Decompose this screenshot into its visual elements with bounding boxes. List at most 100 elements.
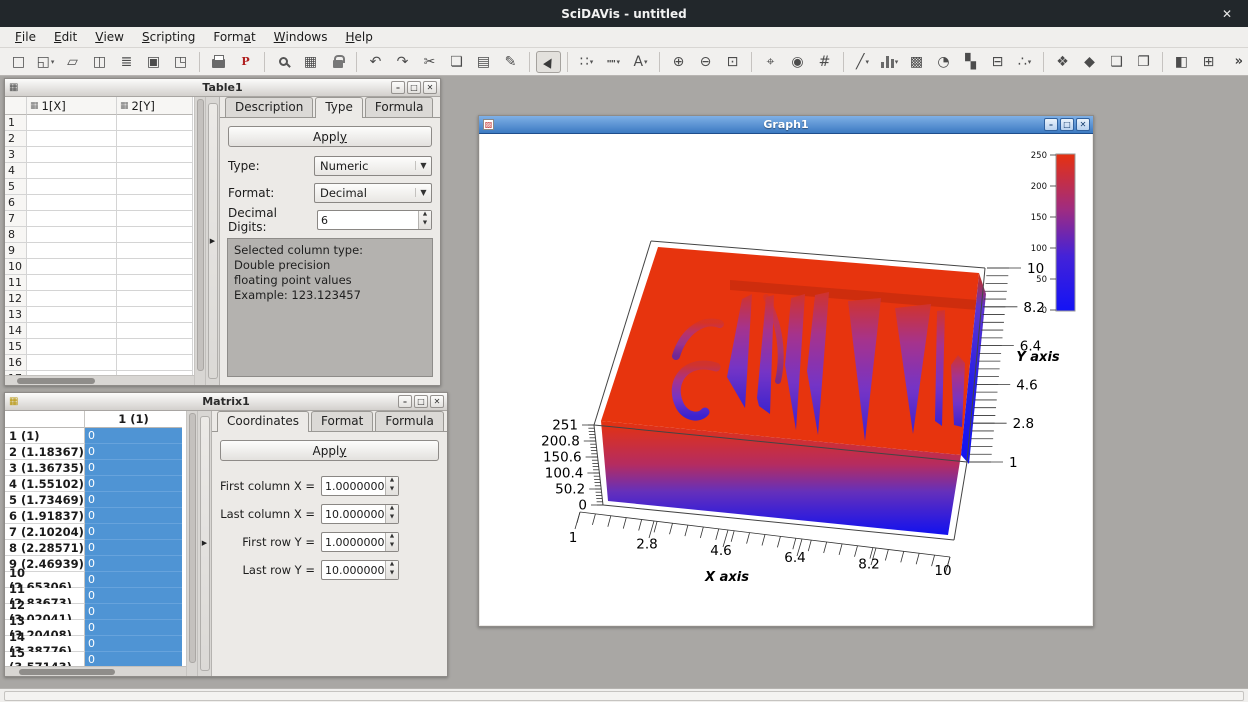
table-cell[interactable] bbox=[27, 147, 117, 163]
rescale-to-page-icon[interactable]: ⊡ bbox=[720, 51, 745, 73]
zoom-curve-icon[interactable]: ∷▾ bbox=[574, 51, 599, 73]
table1-panel-divider[interactable]: ▶ bbox=[206, 97, 220, 385]
row-header[interactable]: 2 bbox=[5, 131, 27, 147]
coordinate-spinbox[interactable]: 1.00000000▲▼ bbox=[321, 532, 399, 552]
matrix1-titlebar[interactable]: ▦ Matrix1 –□✕ bbox=[5, 393, 447, 411]
row-header[interactable]: 4 bbox=[5, 163, 27, 179]
matrix1-tab-coordinates[interactable]: Coordinates bbox=[217, 411, 309, 432]
table-cell[interactable] bbox=[117, 291, 193, 307]
results-log-icon[interactable]: ▦ bbox=[298, 51, 323, 73]
matrix-cell-selected[interactable]: 0 bbox=[85, 492, 182, 508]
row-header[interactable]: 14 bbox=[5, 323, 27, 339]
row-header[interactable]: 3 bbox=[5, 147, 27, 163]
select-point-icon[interactable]: ◉ bbox=[785, 51, 810, 73]
table-cell[interactable] bbox=[27, 195, 117, 211]
table-cell[interactable] bbox=[117, 307, 193, 323]
close-button[interactable]: ✕ bbox=[430, 395, 444, 408]
edit-function-icon[interactable]: ✎ bbox=[498, 51, 523, 73]
plot-bars-icon[interactable]: ▾ bbox=[877, 51, 902, 73]
coordinate-spinbox[interactable]: 10.0000000▲▼ bbox=[321, 504, 399, 524]
paste-icon[interactable]: ▤ bbox=[471, 51, 496, 73]
matrix-cell-selected[interactable]: 0 bbox=[85, 572, 182, 588]
coordinate-spinbox[interactable]: 1.00000000▲▼ bbox=[321, 476, 399, 496]
spin-buttons[interactable]: ▲▼ bbox=[385, 533, 398, 551]
zoom-in-icon[interactable]: ⊕ bbox=[666, 51, 691, 73]
decimal-digits-spinbox[interactable]: 6 ▲▼ bbox=[317, 210, 432, 230]
new-project-icon[interactable]: □ bbox=[6, 51, 31, 73]
new-aside-icon[interactable]: ◱▾ bbox=[33, 51, 58, 73]
new-table-window-icon[interactable]: ❖ bbox=[1050, 51, 1075, 73]
cut-icon[interactable]: ✂ bbox=[417, 51, 442, 73]
table-cell[interactable] bbox=[117, 147, 193, 163]
matrix-cell-selected[interactable]: 0 bbox=[85, 588, 182, 604]
menu-help[interactable]: Help bbox=[337, 27, 382, 47]
matrix-cell-selected[interactable]: 0 bbox=[85, 652, 182, 666]
plot-box-icon[interactable]: ⊟ bbox=[985, 51, 1010, 73]
save-project-icon[interactable]: ▣ bbox=[141, 51, 166, 73]
matrix-cell-selected[interactable]: 0 bbox=[85, 508, 182, 524]
add-text-icon[interactable]: A▾ bbox=[628, 51, 653, 73]
matrix1-apply-button[interactable]: Apply bbox=[220, 440, 439, 461]
table-cell[interactable] bbox=[117, 355, 193, 371]
select-range-icon[interactable]: # bbox=[812, 51, 837, 73]
format-combobox[interactable]: Decimal ▼ bbox=[314, 183, 432, 203]
table-cell[interactable] bbox=[117, 131, 193, 147]
duplicate-window-icon[interactable]: ◧ bbox=[1169, 51, 1194, 73]
save-template-icon[interactable]: ◳ bbox=[168, 51, 193, 73]
new-graph-window-icon[interactable]: ❐ bbox=[1131, 51, 1156, 73]
matrix-cell-selected[interactable]: 0 bbox=[85, 460, 182, 476]
table-cell[interactable] bbox=[117, 243, 193, 259]
lock-toolbars-icon[interactable] bbox=[325, 51, 350, 73]
matrix-cell-selected[interactable]: 0 bbox=[85, 604, 182, 620]
menu-format[interactable]: Format bbox=[204, 27, 264, 47]
row-header[interactable]: 12 bbox=[5, 291, 27, 307]
table-cell[interactable] bbox=[27, 115, 117, 131]
maximize-button[interactable]: □ bbox=[414, 395, 428, 408]
maximize-button[interactable]: □ bbox=[1060, 118, 1074, 131]
matrix-row-header[interactable]: 1 (1) bbox=[5, 428, 85, 444]
matrix1-panel-divider[interactable]: ▶ bbox=[198, 411, 212, 676]
table1-tab-type[interactable]: Type bbox=[315, 97, 363, 118]
row-header[interactable]: 13 bbox=[5, 307, 27, 323]
add-column-icon[interactable]: ⊞ bbox=[1196, 51, 1221, 73]
matrix1-tab-formula[interactable]: Formula bbox=[375, 411, 444, 431]
table-cell[interactable] bbox=[117, 259, 193, 275]
project-explorer-icon[interactable] bbox=[271, 51, 296, 73]
matrix-cell-selected[interactable]: 0 bbox=[85, 540, 182, 556]
column-header-1[interactable]: ▦1[X] bbox=[27, 97, 117, 115]
spin-buttons[interactable]: ▲▼ bbox=[385, 561, 398, 579]
new-matrix-window-icon[interactable]: ◆ bbox=[1077, 51, 1102, 73]
table1-tab-formula[interactable]: Formula bbox=[365, 97, 434, 117]
table-cell[interactable] bbox=[117, 163, 193, 179]
row-header[interactable]: 9 bbox=[5, 243, 27, 259]
table-cell[interactable] bbox=[117, 323, 193, 339]
table-cell[interactable] bbox=[27, 259, 117, 275]
row-header[interactable]: 16 bbox=[5, 355, 27, 371]
matrix-cell-selected[interactable]: 0 bbox=[85, 620, 182, 636]
table-cell[interactable] bbox=[117, 211, 193, 227]
table-cell[interactable] bbox=[27, 179, 117, 195]
spin-buttons[interactable]: ▲▼ bbox=[418, 211, 431, 229]
plot-pie-icon[interactable]: ◔ bbox=[931, 51, 956, 73]
minimize-button[interactable]: – bbox=[391, 81, 405, 94]
table-cell[interactable] bbox=[27, 243, 117, 259]
app-close-icon[interactable]: ✕ bbox=[1218, 5, 1236, 23]
open-template-icon[interactable]: ◫ bbox=[87, 51, 112, 73]
matrix-cell-selected[interactable]: 0 bbox=[85, 556, 182, 572]
matrix1-tab-format[interactable]: Format bbox=[311, 411, 373, 431]
row-header[interactable]: 8 bbox=[5, 227, 27, 243]
table-cell[interactable] bbox=[117, 195, 193, 211]
plot-scatter-3d-icon[interactable]: ∴▾ bbox=[1012, 51, 1037, 73]
app-titlebar[interactable]: SciDAVis - untitled ✕ bbox=[0, 0, 1248, 27]
cursor-tool-icon[interactable]: ⌖ bbox=[758, 51, 783, 73]
plot-image-icon[interactable]: ▩ bbox=[904, 51, 929, 73]
matrix-row-header[interactable]: 2 (1.18367) bbox=[5, 444, 85, 460]
open-project-icon[interactable]: ▱ bbox=[60, 51, 85, 73]
matrix1-hscrollbar[interactable] bbox=[5, 666, 186, 676]
table-cell[interactable] bbox=[27, 323, 117, 339]
matrix-row-header[interactable]: 8 (2.28571) bbox=[5, 540, 85, 556]
menu-edit[interactable]: Edit bbox=[45, 27, 86, 47]
table1-titlebar[interactable]: ▦ Table1 –□✕ bbox=[5, 79, 440, 97]
column-header-2[interactable]: ▦2[Y] bbox=[117, 97, 193, 115]
close-button[interactable]: ✕ bbox=[1076, 118, 1090, 131]
